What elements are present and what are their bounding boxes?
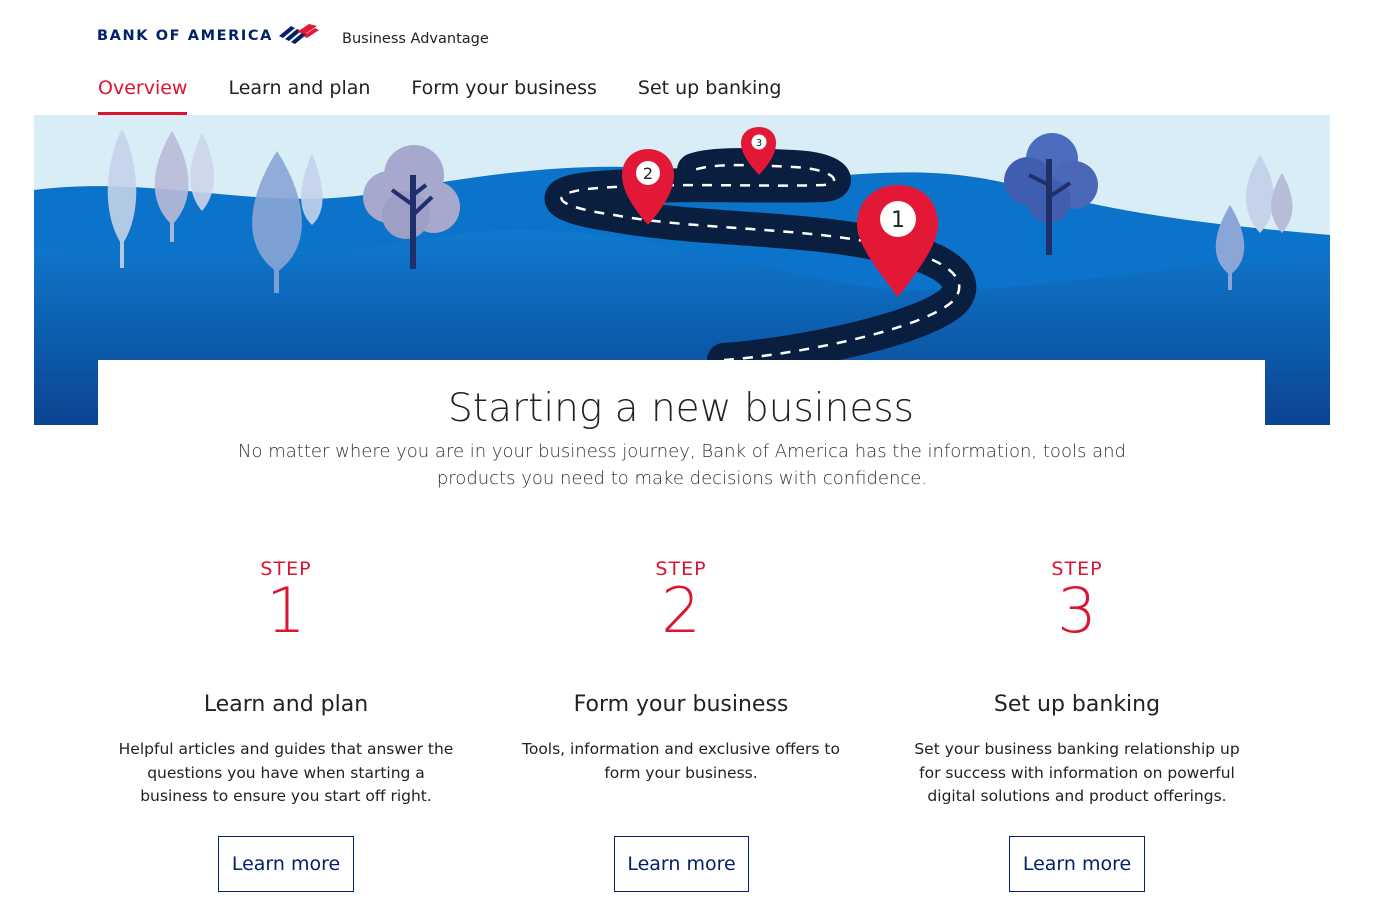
nav-item-form-your-business[interactable]: Form your business [411, 77, 596, 115]
flag-icon [278, 24, 319, 44]
step-number: 1 [266, 574, 306, 647]
bank-of-america-logo[interactable]: BANK OF AMERICA [97, 24, 319, 44]
step-number: 2 [661, 574, 701, 647]
marker-1-label: 1 [891, 208, 905, 233]
step-title: Set up banking [993, 692, 1161, 717]
site-header: BANK OF AMERICA Business Advantage Overv… [0, 0, 1379, 116]
learn-more-button[interactable]: Learn more [1009, 836, 1145, 892]
learn-more-button[interactable]: Learn more [218, 836, 354, 892]
step-title: Learn and plan [203, 692, 369, 717]
marker-2-label: 2 [643, 164, 653, 183]
sub-brand-label: Business Advantage [342, 31, 489, 47]
main-nav: Overview Learn and plan Form your busine… [98, 77, 822, 115]
step-description: Tools, information and exclusive offers … [522, 740, 840, 782]
step-description: Set your business banking relationship u… [914, 740, 1240, 805]
step-card-3: STEP 3 Set up banking Set your business … [897, 558, 1257, 892]
step-card-2: STEP 2 Form your business Tools, informa… [501, 558, 861, 892]
page-title: Starting a new business [448, 386, 914, 431]
page-subtitle: No matter where you are in your business… [238, 441, 1126, 489]
logo-text: BANK OF AMERICA [97, 28, 273, 44]
step-number: 3 [1057, 574, 1097, 647]
marker-3-label: 3 [756, 138, 762, 149]
step-description: Helpful articles and guides that answer … [118, 740, 454, 805]
nav-item-learn-and-plan[interactable]: Learn and plan [228, 77, 370, 115]
learn-more-button[interactable]: Learn more [614, 836, 749, 892]
step-card-1: STEP 1 Learn and plan Helpful articles a… [106, 558, 466, 892]
step-title: Form your business [573, 692, 789, 717]
nav-item-overview[interactable]: Overview [98, 77, 188, 115]
nav-item-set-up-banking[interactable]: Set up banking [638, 77, 782, 115]
